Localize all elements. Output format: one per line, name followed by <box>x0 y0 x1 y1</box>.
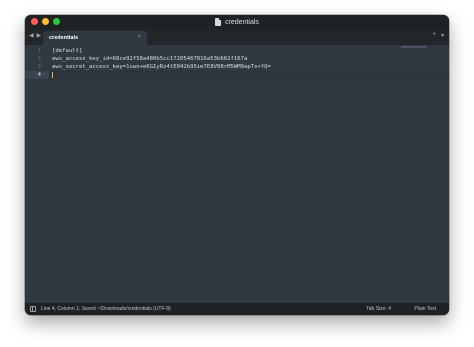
panel-toggle-icon[interactable] <box>30 306 36 312</box>
status-position: Line 4, Column 1; Saved ~/Downloads/cred… <box>41 306 171 312</box>
window-title: credentials <box>225 18 259 26</box>
editor-line-current: 4 <box>25 71 449 79</box>
tab-credentials[interactable]: credentials × <box>43 31 147 45</box>
zoom-window-button[interactable] <box>53 18 60 25</box>
status-bar: Line 4, Column 1; Saved ~/Downloads/cred… <box>25 303 449 315</box>
file-icon <box>215 18 222 26</box>
editor-line: 1 [default] <box>25 47 449 55</box>
line-number: 1 <box>37 48 41 54</box>
window-controls <box>31 18 60 25</box>
minimize-window-button[interactable] <box>42 18 49 25</box>
editor-line: 3 aws_secret_access_key=1swn+e6GIyRz4tE0… <box>25 63 449 71</box>
tab-close-icon[interactable]: × <box>137 34 141 40</box>
window-title-group: credentials <box>215 18 259 26</box>
tab-tools: + ▾ <box>432 32 444 39</box>
tab-bar: ◀ ▶ credentials × + ▾ <box>25 29 449 45</box>
close-window-button[interactable] <box>31 18 38 25</box>
tab-navigation: ◀ ▶ <box>29 32 41 39</box>
tab-size-selector[interactable]: Tab Size: 4 <box>366 306 391 312</box>
text-caret <box>52 72 53 78</box>
line-text: aws_secret_access_key=1swn+e6GIyRz4tE042… <box>52 64 271 70</box>
line-number: 3 <box>37 64 41 70</box>
line-number: 4 <box>25 71 49 79</box>
tab-label: credentials <box>49 35 79 41</box>
new-tab-icon[interactable]: + <box>432 32 436 39</box>
line-text: [default] <box>52 48 83 54</box>
editor-window: credentials ◀ ▶ credentials × + ▾ 1 [def… <box>25 15 449 315</box>
back-arrow-icon[interactable]: ◀ <box>29 32 34 39</box>
text-editor[interactable]: 1 [default] 2 aws_access_key_id=68ce92f5… <box>25 45 449 303</box>
editor-line: 2 aws_access_key_id=68ce92f58a480b5cc172… <box>25 55 449 63</box>
line-text: aws_access_key_id=68ce92f58a480b5cc17205… <box>52 56 248 62</box>
tab-menu-icon[interactable]: ▾ <box>441 32 444 39</box>
title-bar: credentials <box>25 15 449 29</box>
forward-arrow-icon[interactable]: ▶ <box>37 32 42 39</box>
syntax-selector[interactable]: Plain Text <box>414 306 436 312</box>
line-number: 2 <box>37 56 41 62</box>
